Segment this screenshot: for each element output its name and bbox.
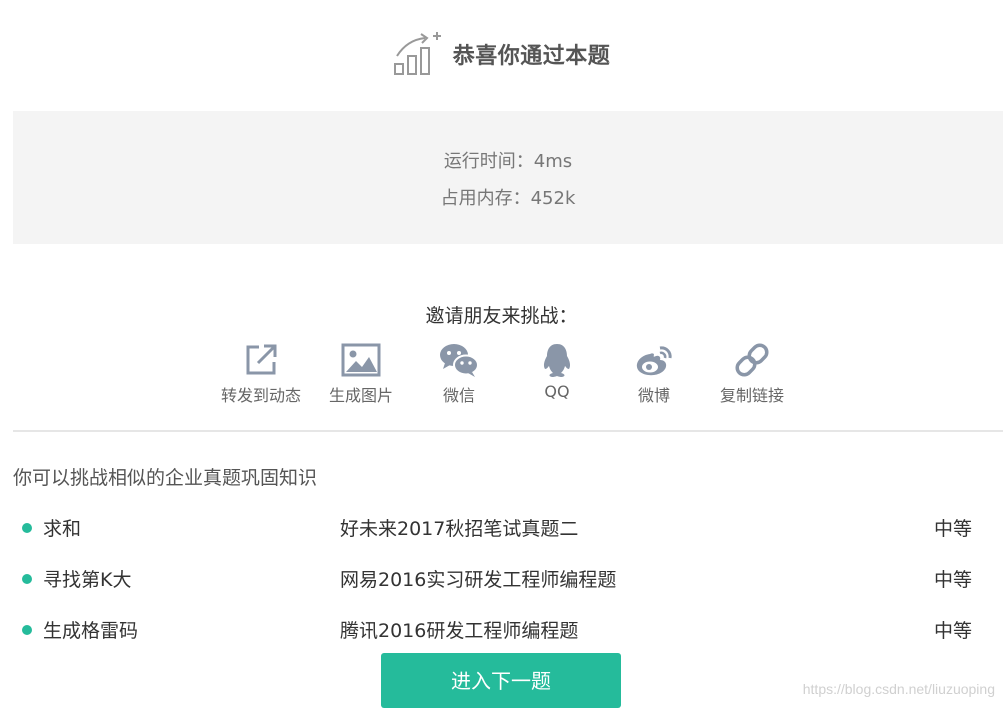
problem-difficulty: 中等 [933,518,972,540]
trophy-chart-icon [393,32,441,75]
share-forward-icon [246,344,277,375]
result-panel: 运行时间：4ms 占用内存：452k [13,111,1003,244]
qq-share-button[interactable]: QQ [509,342,605,408]
problem-difficulty: 中等 [933,620,972,642]
image-icon [341,343,381,377]
bullet-dot [22,574,32,584]
problem-source: 腾讯2016研发工程师编程题 [340,620,579,642]
problem-name[interactable]: 寻找第K大 [43,565,131,592]
problem-row[interactable]: 求和 好未来2017秋招笔试真题二 中等 [0,512,1003,542]
success-header: 恭喜你通过本题 [0,26,1003,82]
section-divider [13,430,1003,432]
watermark-text: https://blog.csdn.net/liuzuoping [802,681,995,697]
weibo-icon [636,346,672,376]
next-problem-button[interactable]: 进入下一题 [381,653,621,708]
problem-source: 好未来2017秋招笔试真题二 [340,518,579,540]
problem-row[interactable]: 生成格雷码 腾讯2016研发工程师编程题 中等 [0,614,1003,644]
share-forward-label: 转发到动态 [220,386,301,405]
bullet-dot [22,625,32,635]
qq-icon [543,344,571,377]
problem-name[interactable]: 生成格雷码 [43,616,138,643]
success-title: 恭喜你通过本题 [452,44,611,69]
qq-label: QQ [544,382,570,401]
generate-image-button[interactable]: 生成图片 [313,342,409,408]
copy-link-label: 复制链接 [719,386,784,405]
similar-problems-title: 你可以挑战相似的企业真题巩固知识 [13,467,318,489]
wechat-label: 微信 [442,386,475,405]
problem-source: 网易2016实习研发工程师编程题 [340,569,617,591]
problem-row[interactable]: 寻找第K大 网易2016实习研发工程师编程题 中等 [0,563,1003,593]
share-forward-button[interactable]: 转发到动态 [213,342,309,408]
runtime-text: 运行时间：4ms [443,151,573,172]
wechat-share-button[interactable]: 微信 [411,342,507,408]
generate-image-label: 生成图片 [328,386,393,405]
weibo-share-button[interactable]: 微博 [606,342,702,408]
weibo-label: 微博 [637,386,670,405]
link-icon [735,343,769,377]
bullet-dot [22,523,32,533]
memory-text: 占用内存：452k [440,188,576,209]
copy-link-button[interactable]: 复制链接 [704,342,800,408]
problem-name[interactable]: 求和 [43,514,81,541]
invite-title: 邀请朋友来挑战： [425,305,578,327]
problem-difficulty: 中等 [933,569,972,591]
wechat-icon [440,344,479,377]
